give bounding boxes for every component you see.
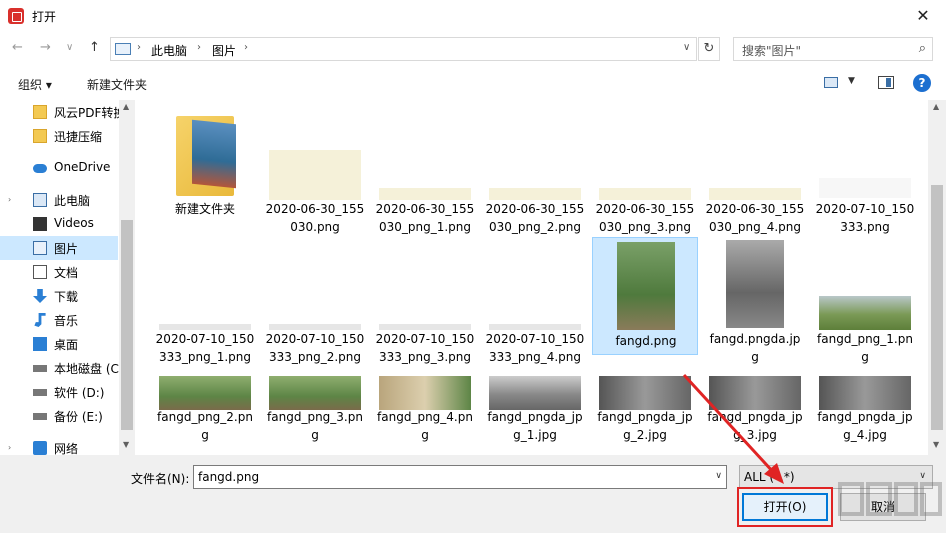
watermark-logo <box>838 482 942 516</box>
annotation-arrow <box>682 373 784 484</box>
